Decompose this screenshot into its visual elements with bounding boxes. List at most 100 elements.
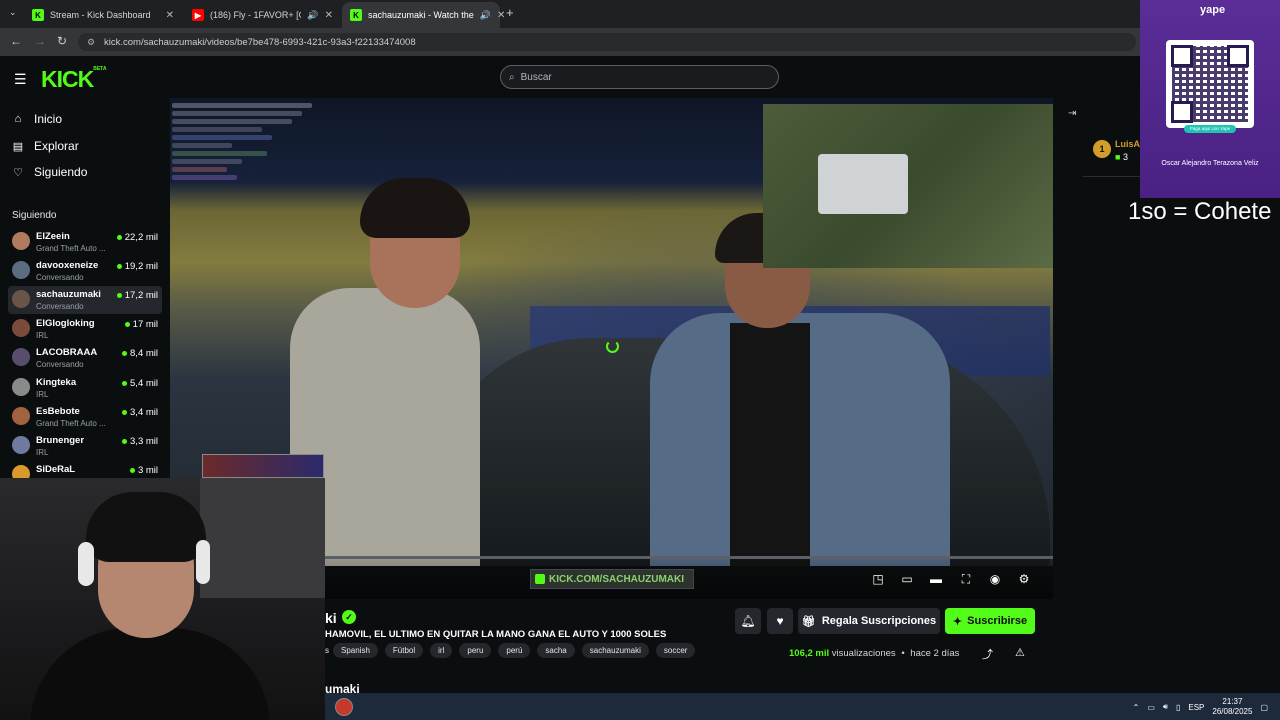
new-tab-icon[interactable]: + xyxy=(506,5,514,20)
channel-name: davooxeneize xyxy=(36,260,99,271)
subscribe-button[interactable]: ✦ Suscribirse xyxy=(945,608,1035,634)
loading-spinner-icon xyxy=(606,340,619,353)
facecam-scene xyxy=(86,492,206,562)
viewer-count: 8,4 mil xyxy=(122,348,158,359)
sidebar-channel[interactable]: sachauzumaki Conversando 17,2 mil xyxy=(8,286,162,314)
reload-icon[interactable]: ↻ xyxy=(57,34,67,48)
autoplay-icon[interactable]: ◉ xyxy=(988,572,1002,586)
sidebar-channel[interactable]: davooxeneize Conversando 19,2 mil xyxy=(8,257,162,285)
view-number: 106,2 mil xyxy=(789,648,830,659)
video-scene xyxy=(360,178,470,238)
chat-overlay-line xyxy=(172,143,232,148)
language-indicator[interactable]: ESP xyxy=(1188,703,1204,712)
sidebar-channel[interactable]: Kingteka IRL 5,4 mil xyxy=(8,374,162,402)
live-dot xyxy=(116,234,122,240)
url-field[interactable]: ⚙ kick.com/sachauzumaki/videos/be7be478-… xyxy=(78,33,1136,51)
tag[interactable]: Fútbol xyxy=(384,643,424,658)
notifications-icon[interactable]: ▢ xyxy=(1260,703,1268,712)
clock[interactable]: 21:37 26/08/2025 xyxy=(1212,697,1252,717)
tag[interactable]: Spanish xyxy=(333,643,378,658)
sidebar-channel[interactable]: Brunenger IRL 3,3 mil xyxy=(8,432,162,460)
speaker-icon[interactable]: 🔊 xyxy=(307,10,318,21)
share-icon[interactable]: ⤴ xyxy=(982,646,993,662)
close-icon[interactable]: ✕ xyxy=(325,10,333,21)
tag[interactable]: soccer xyxy=(655,643,696,658)
tag[interactable]: perú xyxy=(498,643,531,658)
follow-button[interactable]: ♥ xyxy=(767,608,793,634)
tab-search-icon[interactable]: ⌄ xyxy=(9,7,17,18)
site-info-icon[interactable]: ⚙ xyxy=(87,37,95,48)
close-icon[interactable]: ✕ xyxy=(497,10,505,21)
channel-name[interactable]: ki xyxy=(325,610,337,626)
chat-overlay-line xyxy=(172,135,272,140)
forward-icon[interactable]: → xyxy=(34,34,46,48)
channel-category: Grand Theft Auto ... xyxy=(36,244,106,253)
video-scene xyxy=(818,154,908,214)
verified-icon: ✓ xyxy=(342,610,356,624)
site-header: ☰ KICKBETA ⌕ Buscar xyxy=(0,58,1140,98)
speaker-icon[interactable]: 🔊 xyxy=(480,10,491,21)
viewer-count-text: 22,2 mil xyxy=(124,232,158,243)
miniplayer-icon[interactable]: ▬ xyxy=(929,572,943,586)
settings-icon[interactable]: ⚙ xyxy=(1017,572,1031,586)
channel-name: EsBebote xyxy=(36,406,80,417)
sidebar-channel[interactable]: EsBebote Grand Theft Auto ... 3,4 mil xyxy=(8,403,162,431)
back-icon[interactable]: ← xyxy=(10,34,22,48)
viewer-count: 17,2 mil xyxy=(116,290,158,301)
tab-youtube[interactable]: ▶ (186) Fly - 1FAVOR+ [Offici 🔊 ✕ xyxy=(184,4,341,26)
chrome-app-icon[interactable] xyxy=(335,698,353,716)
beta-badge: BETA xyxy=(93,66,107,73)
tab-sachauzumaki[interactable]: K sachauzumaki - Watch the 🔊 ✕ xyxy=(342,2,505,28)
video-controls: KICK.COM/SACHAUZUMAKI ◳ ▭ ▬ ⛶ ◉ ⚙ xyxy=(325,559,1053,599)
sidebar-channel[interactable]: ElGlogloking IRL 17 mil xyxy=(8,315,162,343)
kick-logo[interactable]: KICKBETA xyxy=(41,66,106,93)
tab-title: Stream - Kick Dashboard xyxy=(50,10,151,20)
browser-tab-bar: ⌄ K Stream - Kick Dashboard ✕ ▶ (186) Fl… xyxy=(0,0,1140,28)
leaderboard-count: ■ 3 xyxy=(1115,152,1128,162)
tag[interactable]: sachauzumaki xyxy=(581,643,649,658)
nav-siguiendo[interactable]: ♡ Siguiendo xyxy=(12,165,87,179)
gift-subs-button[interactable]: 🎁︎ Regala Suscripciones xyxy=(798,608,940,634)
chat-overlay-line xyxy=(172,111,302,116)
tag[interactable]: irl xyxy=(430,643,453,658)
tag[interactable]: sacha xyxy=(537,643,575,658)
close-icon[interactable]: ✕ xyxy=(166,10,174,21)
system-tray: ⌃ ▭ 🔊︎ ▯ ESP 21:37 26/08/2025 ▢ xyxy=(1133,697,1268,717)
kick-icon: K xyxy=(32,9,44,21)
channel-category: Conversando xyxy=(36,302,84,311)
sidebar-channel[interactable]: ElZeein Grand Theft Auto ... 22,2 mil xyxy=(8,228,162,256)
search-input[interactable]: ⌕ Buscar xyxy=(500,65,779,89)
live-dot xyxy=(122,350,128,356)
viewer-count-text: 3,4 mil xyxy=(130,407,158,418)
avatar xyxy=(12,436,30,454)
volume-icon[interactable]: 🔊︎ xyxy=(1163,702,1168,712)
tag[interactable]: s xyxy=(325,643,329,658)
gift-icon: ■ xyxy=(1115,152,1123,162)
url-text: kick.com/sachauzumaki/videos/be7be478-69… xyxy=(104,36,416,48)
menu-icon[interactable]: ☰ xyxy=(14,71,27,88)
tag[interactable]: peru xyxy=(459,643,492,658)
battery-icon[interactable]: ▯ xyxy=(1176,703,1180,712)
chevron-up-icon[interactable]: ⌃ xyxy=(1133,703,1140,712)
fullscreen-icon[interactable]: ⛶ xyxy=(959,572,973,586)
heart-icon: ♡ xyxy=(13,166,23,179)
channel-name: SiDeRaL xyxy=(36,464,76,475)
tab-kick-dashboard[interactable]: K Stream - Kick Dashboard ✕ xyxy=(24,4,182,26)
nav-inicio[interactable]: ⌂ Inicio xyxy=(12,112,62,126)
viewer-count-text: 3,3 mil xyxy=(130,436,158,447)
theater-icon[interactable]: ▭ xyxy=(900,572,914,586)
viewer-count: 3,4 mil xyxy=(122,407,158,418)
collapse-chat-icon[interactable]: ⇥ xyxy=(1068,108,1076,119)
channel-name: ElGlogloking xyxy=(36,318,95,329)
pip-icon[interactable]: ◳ xyxy=(871,572,885,586)
nav-explorar[interactable]: ▤ Explorar xyxy=(12,139,79,153)
report-icon[interactable]: ⚠ xyxy=(1015,646,1025,659)
sidebar-channel[interactable]: LACOBRAAA Conversando 8,4 mil xyxy=(8,344,162,372)
chat-overlay-line xyxy=(172,159,242,164)
network-icon[interactable]: ▭ xyxy=(1147,703,1155,712)
nav-label: Explorar xyxy=(34,139,79,153)
os-taskbar: ⌃ ▭ 🔊︎ ▯ ESP 21:37 26/08/2025 ▢ xyxy=(325,693,1280,720)
notification-bell-button[interactable]: 🔔︎ xyxy=(735,608,761,634)
sidebar: ⌂ Inicio ▤ Explorar ♡ Siguiendo Siguiend… xyxy=(0,98,170,483)
chat-overlay-line xyxy=(172,175,237,180)
